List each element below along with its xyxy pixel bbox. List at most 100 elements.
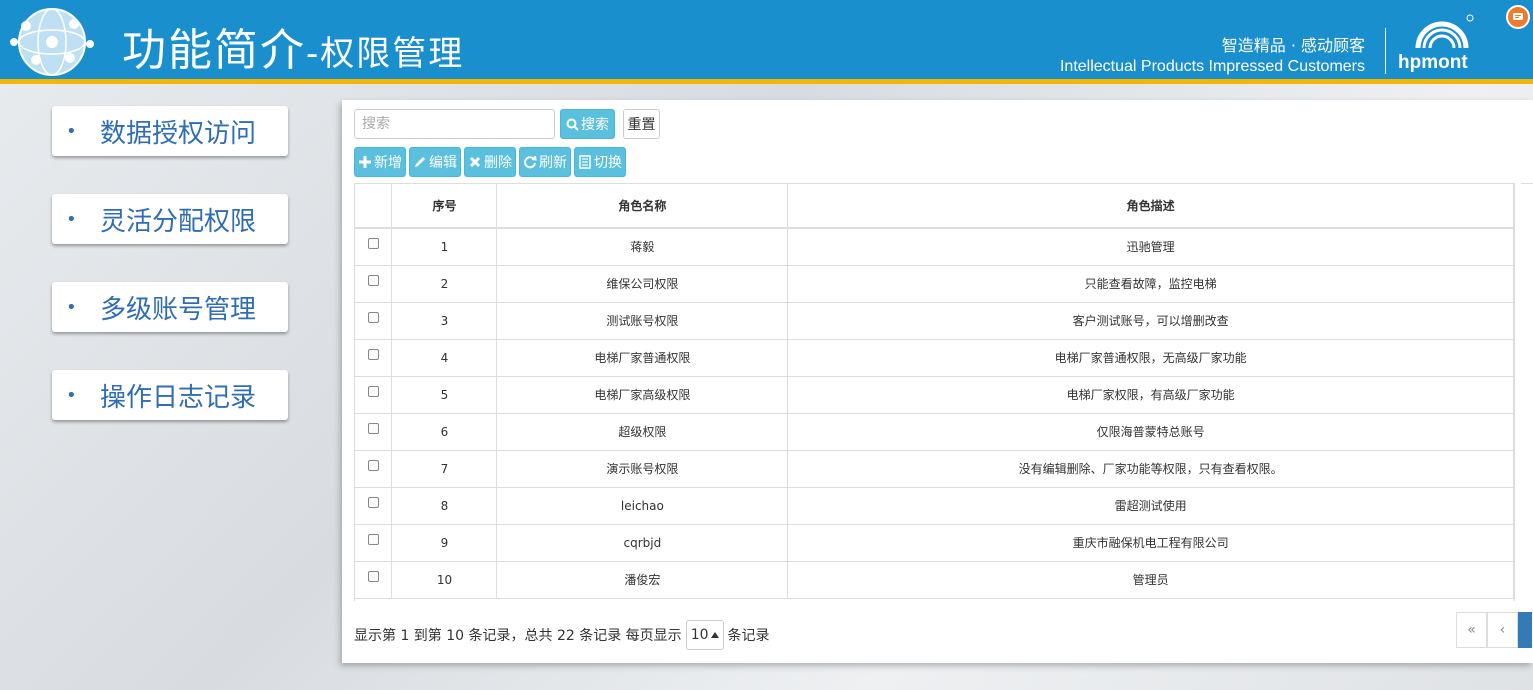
page-size-select[interactable]: 10 (685, 620, 724, 650)
feature-label: 多级账号管理 (100, 294, 257, 325)
row-checkbox[interactable] (367, 311, 379, 323)
table-header-row: 序号 角色名称 角色描述 (355, 184, 1514, 229)
row-role-name: 测试账号权限 (496, 302, 789, 340)
row-checkbox[interactable] (367, 570, 379, 582)
row-checkbox-cell (355, 450, 393, 488)
table-row[interactable]: 6 超级权限 仅限海普蒙特总账号 (355, 413, 1514, 451)
role-table-panel: 搜索 重置 新增 编辑 删除 刷新 切换 (342, 100, 1533, 663)
refresh-button[interactable]: 刷新 (519, 147, 571, 177)
row-checkbox-cell (355, 339, 393, 377)
row-checkbox[interactable] (367, 459, 379, 471)
table-row[interactable]: 9 cqrbjd 重庆市融保机电工程有限公司 (355, 524, 1514, 562)
feature-label: 操作日志记录 (100, 382, 257, 413)
search-icon (566, 118, 579, 131)
row-no: 1 (391, 228, 498, 266)
page-size-value: 10 (690, 627, 709, 643)
search-button[interactable]: 搜索 (560, 109, 615, 139)
delete-button[interactable]: 删除 (464, 147, 516, 177)
current-page-button[interactable] (1518, 612, 1532, 648)
row-role-desc: 电梯厂家普通权限，无高级厂家功能 (787, 339, 1514, 377)
logo-text: hpmont (1398, 52, 1468, 73)
record-suffix: 条记录 (727, 628, 770, 644)
table-row[interactable]: 2 维保公司权限 只能查看故障，监控电梯 (355, 265, 1514, 303)
row-role-name: 电梯厂家普通权限 (496, 339, 789, 377)
row-checkbox[interactable] (367, 348, 379, 360)
feature-label: 数据授权访问 (100, 118, 257, 149)
table-row[interactable]: 1 蒋毅 迅驰管理 (355, 228, 1514, 266)
row-no: 2 (391, 265, 498, 303)
row-no: 8 (391, 487, 498, 525)
table-row[interactable]: 5 电梯厂家高级权限 电梯厂家权限，有高级厂家功能 (355, 376, 1514, 414)
row-role-desc: 雷超测试使用 (787, 487, 1514, 525)
first-page-button[interactable]: « (1456, 612, 1487, 648)
feature-list: • 数据授权访问 • 灵活分配权限 • 多级账号管理 • 操作日志记录 (52, 106, 288, 458)
row-role-desc: 仅限海普蒙特总账号 (787, 413, 1514, 451)
row-checkbox-cell (355, 524, 393, 562)
row-role-desc: 客户测试账号，可以增删改查 (787, 302, 1514, 340)
row-checkbox-cell (355, 487, 393, 525)
delete-button-label: 删除 (484, 155, 512, 171)
feature-label: 灵活分配权限 (100, 206, 257, 237)
table-row[interactable]: 8 leichao 雷超测试使用 (355, 487, 1514, 525)
add-button-label: 新增 (374, 155, 402, 171)
row-checkbox-cell (355, 302, 393, 340)
chat-icon[interactable] (1506, 5, 1530, 29)
title-sub-text: -权限管理 (306, 34, 465, 74)
row-checkbox[interactable] (367, 274, 379, 286)
edit-button-label: 编辑 (429, 155, 457, 171)
row-checkbox[interactable] (367, 238, 379, 249)
row-checkbox[interactable] (367, 385, 379, 397)
role-table: 序号 角色名称 角色描述 1 蒋毅 迅驰管理 2 维保公司权限 只能查看故障，监控电梯 3 测… (354, 183, 1533, 601)
header-banner: 功能简介-权限管理 智造精品 · 感动顾客 Intellectual Produ… (0, 0, 1533, 84)
row-checkbox[interactable] (367, 422, 379, 434)
row-role-name: 超级权限 (496, 413, 789, 451)
table-scrollbar[interactable] (1514, 183, 1521, 601)
add-button[interactable]: 新增 (354, 147, 406, 177)
row-role-desc: 管理员 (787, 561, 1514, 599)
row-role-desc: 电梯厂家权限，有高级厂家功能 (787, 376, 1514, 414)
row-checkbox[interactable] (367, 533, 379, 545)
row-checkbox-cell (355, 265, 393, 303)
row-role-name: 潘俊宏 (496, 561, 789, 599)
search-input[interactable] (354, 109, 555, 139)
row-checkbox-cell (355, 561, 393, 599)
reset-button[interactable]: 重置 (623, 109, 660, 139)
list-alt-icon (579, 155, 591, 169)
feature-item-operation-log: • 操作日志记录 (52, 370, 288, 420)
header-role-desc[interactable]: 角色描述 (787, 184, 1514, 229)
table-row[interactable]: 7 演示账号权限 没有编辑删除、厂家功能等权限，只有查看权限。 (355, 450, 1514, 488)
pagination: « ‹ (1456, 612, 1532, 648)
row-role-desc: 只能查看故障，监控电梯 (787, 265, 1514, 303)
header-no[interactable]: 序号 (391, 184, 498, 229)
plus-icon (359, 156, 371, 168)
search-bar: 搜索 重置 (354, 109, 660, 139)
table-row[interactable]: 10 潘俊宏 管理员 (355, 561, 1514, 599)
remove-icon (469, 156, 481, 168)
header-role-name[interactable]: 角色名称 (496, 184, 789, 229)
row-no: 3 (391, 302, 498, 340)
toggle-view-button[interactable]: 切换 (574, 147, 626, 177)
table-row[interactable]: 4 电梯厂家普通权限 电梯厂家普通权限，无高级厂家功能 (355, 339, 1514, 377)
prev-page-button[interactable]: ‹ (1487, 612, 1518, 648)
bullet-icon: • (66, 208, 77, 230)
toolbar: 新增 编辑 删除 刷新 切换 (354, 147, 626, 177)
slogan-cn: 智造精品 · 感动顾客 (1221, 36, 1365, 55)
row-no: 7 (391, 450, 498, 488)
table-row[interactable]: 3 测试账号权限 客户测试账号，可以增删改查 (355, 302, 1514, 340)
feature-item-flexible-permissions: • 灵活分配权限 (52, 194, 288, 244)
row-role-name: leichao (496, 487, 789, 525)
row-role-name: cqrbjd (496, 524, 789, 562)
edit-button[interactable]: 编辑 (409, 147, 461, 177)
pencil-icon (415, 157, 425, 167)
row-role-name: 维保公司权限 (496, 265, 789, 303)
row-no: 5 (391, 376, 498, 414)
pagination-info: 显示第 1 到第 10 条记录，总共 22 条记录 每页显示 10 条记录 (354, 620, 770, 650)
row-role-name: 蒋毅 (496, 228, 789, 266)
row-role-name: 演示账号权限 (496, 450, 789, 488)
row-checkbox[interactable] (367, 496, 379, 508)
row-no: 6 (391, 413, 498, 451)
row-role-desc: 迅驰管理 (787, 228, 1514, 266)
row-checkbox-cell (355, 413, 393, 451)
header-checkbox-col[interactable] (355, 184, 393, 229)
row-no: 9 (391, 524, 498, 562)
